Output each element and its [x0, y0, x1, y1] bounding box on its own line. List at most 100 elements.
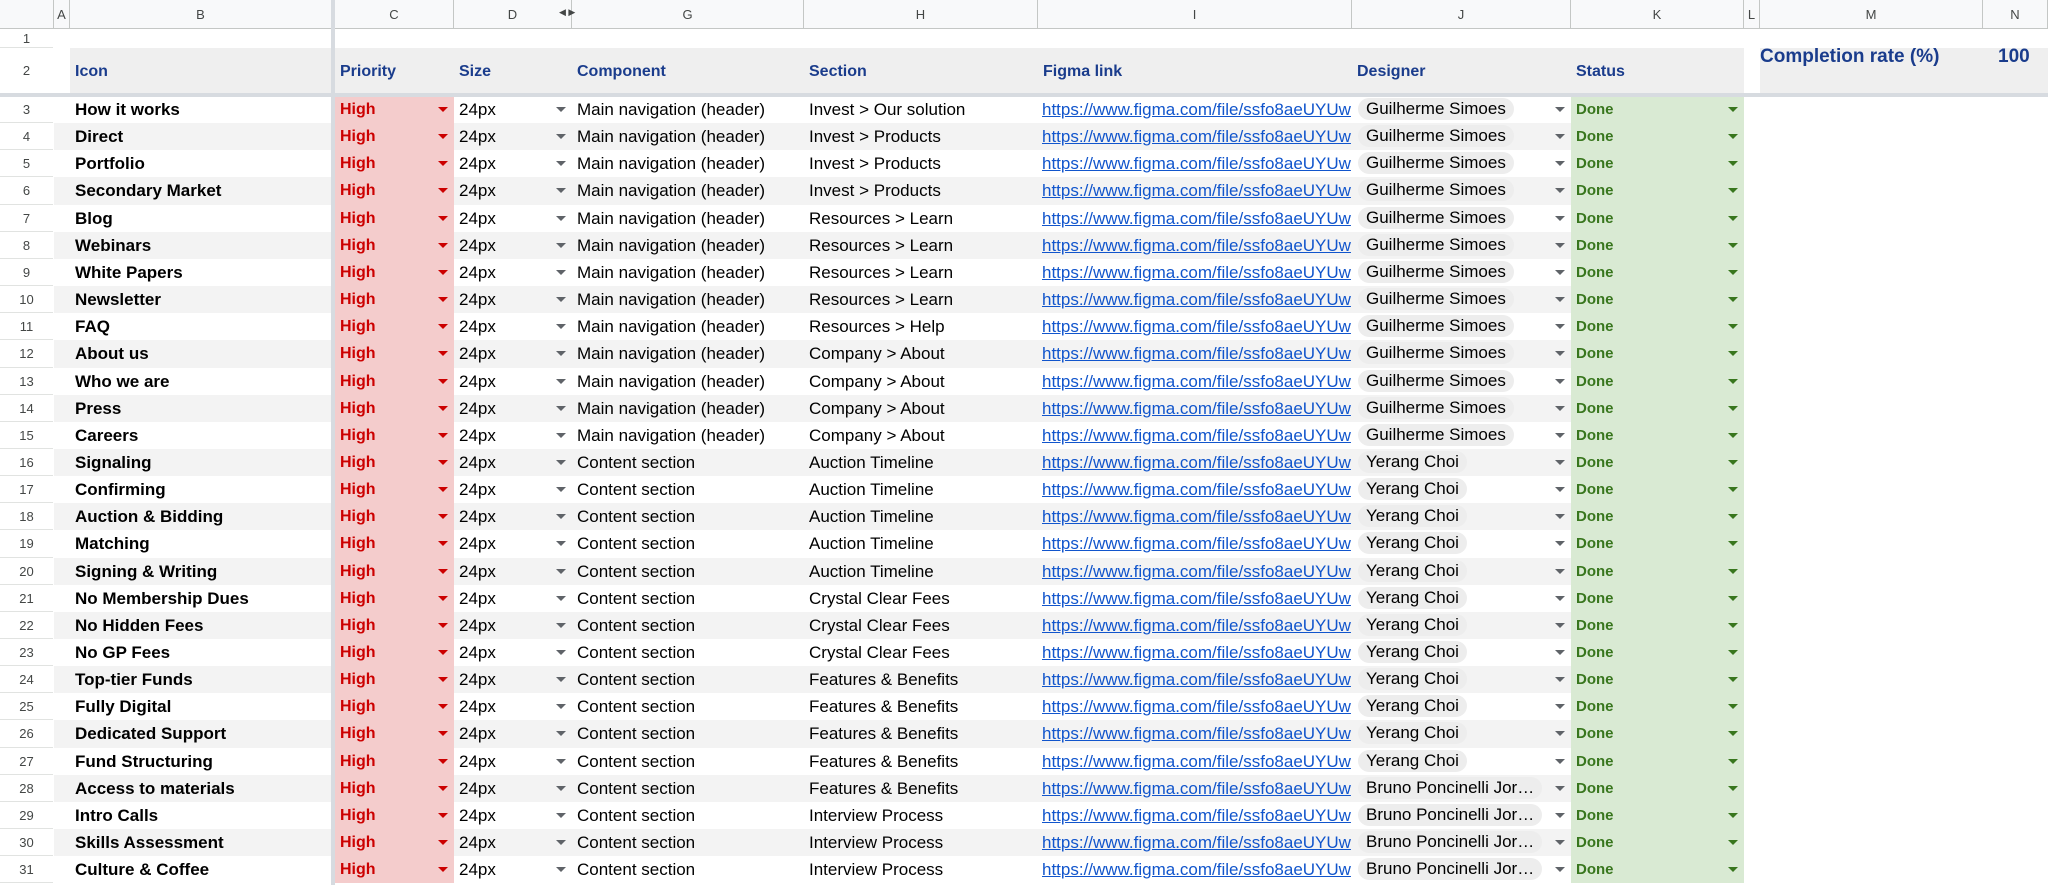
chevron-down-icon[interactable]	[1555, 188, 1565, 194]
designer-dropdown[interactable]: Yerang Choi	[1352, 612, 1571, 639]
designer-dropdown[interactable]: Guilherme Simoes	[1352, 313, 1571, 340]
frozen-column-divider[interactable]	[331, 0, 335, 885]
chevron-down-icon[interactable]	[556, 107, 566, 112]
size-dropdown[interactable]: 24px	[454, 313, 572, 341]
size-dropdown[interactable]: 24px	[454, 829, 572, 857]
status-dropdown[interactable]: Done	[1571, 639, 1744, 667]
cell-section[interactable]: Features & Benefits	[804, 748, 1038, 775]
priority-dropdown[interactable]: High	[335, 286, 454, 314]
cell-icon[interactable]: Newsletter	[70, 286, 332, 313]
figma-link[interactable]: https://www.figma.com/file/ssfo8aeUYUw	[1038, 748, 1352, 775]
chevron-down-icon[interactable]	[438, 677, 448, 683]
chevron-down-icon[interactable]	[556, 677, 566, 683]
chevron-down-icon[interactable]	[1555, 677, 1565, 683]
status-dropdown[interactable]: Done	[1571, 286, 1744, 314]
size-dropdown[interactable]: 24px	[454, 367, 572, 395]
cell-component[interactable]: Main navigation (header)	[572, 286, 804, 313]
cell-icon[interactable]: Matching	[70, 530, 332, 557]
cell-section[interactable]: Interview Process	[804, 802, 1038, 829]
cell-icon[interactable]: Direct	[70, 123, 332, 150]
designer-dropdown[interactable]: Guilherme Simoes	[1352, 368, 1571, 395]
chevron-down-icon[interactable]	[556, 840, 566, 845]
row-header[interactable]: 11	[0, 313, 53, 341]
chevron-down-icon[interactable]	[1728, 704, 1738, 710]
chevron-down-icon[interactable]	[438, 541, 448, 547]
select-all-corner[interactable]	[0, 0, 54, 28]
priority-dropdown[interactable]: High	[335, 666, 454, 694]
cell-section[interactable]: Features & Benefits	[804, 720, 1038, 747]
cell-icon[interactable]: Secondary Market	[70, 177, 332, 204]
chevron-down-icon[interactable]	[1555, 758, 1565, 764]
cell-section[interactable]: Auction Timeline	[804, 530, 1038, 557]
row-header[interactable]: 7	[0, 205, 53, 232]
cell-section[interactable]: Invest > Our solution	[804, 96, 1038, 123]
cell-section[interactable]: Resources > Learn	[804, 286, 1038, 313]
row-header[interactable]: 16	[0, 449, 53, 477]
cell-component[interactable]: Content section	[572, 829, 804, 856]
row-header[interactable]: 18	[0, 503, 53, 531]
row-header[interactable]: 8	[0, 232, 53, 259]
chevron-down-icon[interactable]	[1555, 324, 1565, 330]
chevron-down-icon[interactable]	[438, 405, 448, 411]
chevron-down-icon[interactable]	[438, 269, 448, 275]
chevron-down-icon[interactable]	[556, 432, 566, 438]
row-header[interactable]: 14	[0, 395, 53, 422]
chevron-down-icon[interactable]	[438, 785, 448, 791]
cell-component[interactable]: Content section	[572, 612, 804, 639]
cell-component[interactable]: Content section	[572, 449, 804, 476]
cell-section[interactable]: Invest > Products	[804, 150, 1038, 177]
chevron-down-icon[interactable]	[1555, 731, 1565, 737]
chevron-down-icon[interactable]	[556, 405, 566, 411]
size-dropdown[interactable]: 24px	[454, 693, 572, 721]
size-dropdown[interactable]: 24px	[454, 231, 572, 259]
chevron-down-icon[interactable]	[438, 595, 448, 601]
size-dropdown[interactable]: 24px	[454, 611, 572, 640]
chevron-down-icon[interactable]	[556, 731, 566, 737]
chevron-down-icon[interactable]	[1728, 731, 1738, 737]
status-dropdown[interactable]: Done	[1571, 666, 1744, 694]
chevron-down-icon[interactable]	[438, 622, 448, 628]
row-header[interactable]: 6	[0, 177, 53, 205]
chevron-down-icon[interactable]	[556, 242, 566, 248]
chevron-down-icon[interactable]	[1728, 107, 1738, 112]
designer-dropdown[interactable]: Guilherme Simoes	[1352, 259, 1571, 286]
priority-dropdown[interactable]: High	[335, 394, 454, 422]
priority-dropdown[interactable]: High	[335, 177, 454, 205]
figma-link[interactable]: https://www.figma.com/file/ssfo8aeUYUw	[1038, 720, 1352, 747]
row-header[interactable]: 4	[0, 123, 53, 151]
designer-dropdown[interactable]: Guilherme Simoes	[1352, 150, 1571, 177]
designer-dropdown[interactable]: Guilherme Simoes	[1352, 232, 1571, 259]
cell-section[interactable]: Resources > Learn	[804, 232, 1038, 259]
chevron-down-icon[interactable]	[556, 650, 566, 655]
priority-dropdown[interactable]: High	[335, 584, 454, 612]
chevron-down-icon[interactable]	[556, 595, 566, 601]
chevron-down-icon[interactable]	[1728, 324, 1738, 330]
chevron-down-icon[interactable]	[1728, 405, 1738, 411]
chevron-down-icon[interactable]	[1555, 161, 1565, 167]
chevron-down-icon[interactable]	[556, 622, 566, 628]
chevron-down-icon[interactable]	[1555, 405, 1565, 411]
status-dropdown[interactable]: Done	[1571, 394, 1744, 422]
chevron-down-icon[interactable]	[1728, 215, 1738, 221]
status-dropdown[interactable]: Done	[1571, 530, 1744, 558]
cell-component[interactable]: Content section	[572, 639, 804, 666]
cell-section[interactable]: Company > About	[804, 368, 1038, 395]
status-dropdown[interactable]: Done	[1571, 150, 1744, 178]
row-header[interactable]: 27	[0, 748, 53, 775]
chevron-down-icon[interactable]	[1728, 161, 1738, 167]
cell-section[interactable]: Company > About	[804, 422, 1038, 449]
cell-section[interactable]: Resources > Learn	[804, 259, 1038, 286]
cell-section[interactable]: Company > About	[804, 395, 1038, 422]
chevron-down-icon[interactable]	[1555, 812, 1565, 818]
chevron-down-icon[interactable]	[556, 812, 566, 818]
size-dropdown[interactable]: 24px	[454, 774, 572, 802]
status-dropdown[interactable]: Done	[1571, 204, 1744, 232]
chevron-down-icon[interactable]	[1555, 650, 1565, 655]
cell-component[interactable]: Content section	[572, 802, 804, 829]
cell-icon[interactable]: Confirming	[70, 476, 332, 503]
chevron-down-icon[interactable]	[438, 568, 448, 574]
status-dropdown[interactable]: Done	[1571, 421, 1744, 449]
figma-link[interactable]: https://www.figma.com/file/ssfo8aeUYUw	[1038, 96, 1352, 123]
chevron-down-icon[interactable]	[1555, 785, 1565, 791]
cell-icon[interactable]: Auction & Bidding	[70, 503, 332, 530]
